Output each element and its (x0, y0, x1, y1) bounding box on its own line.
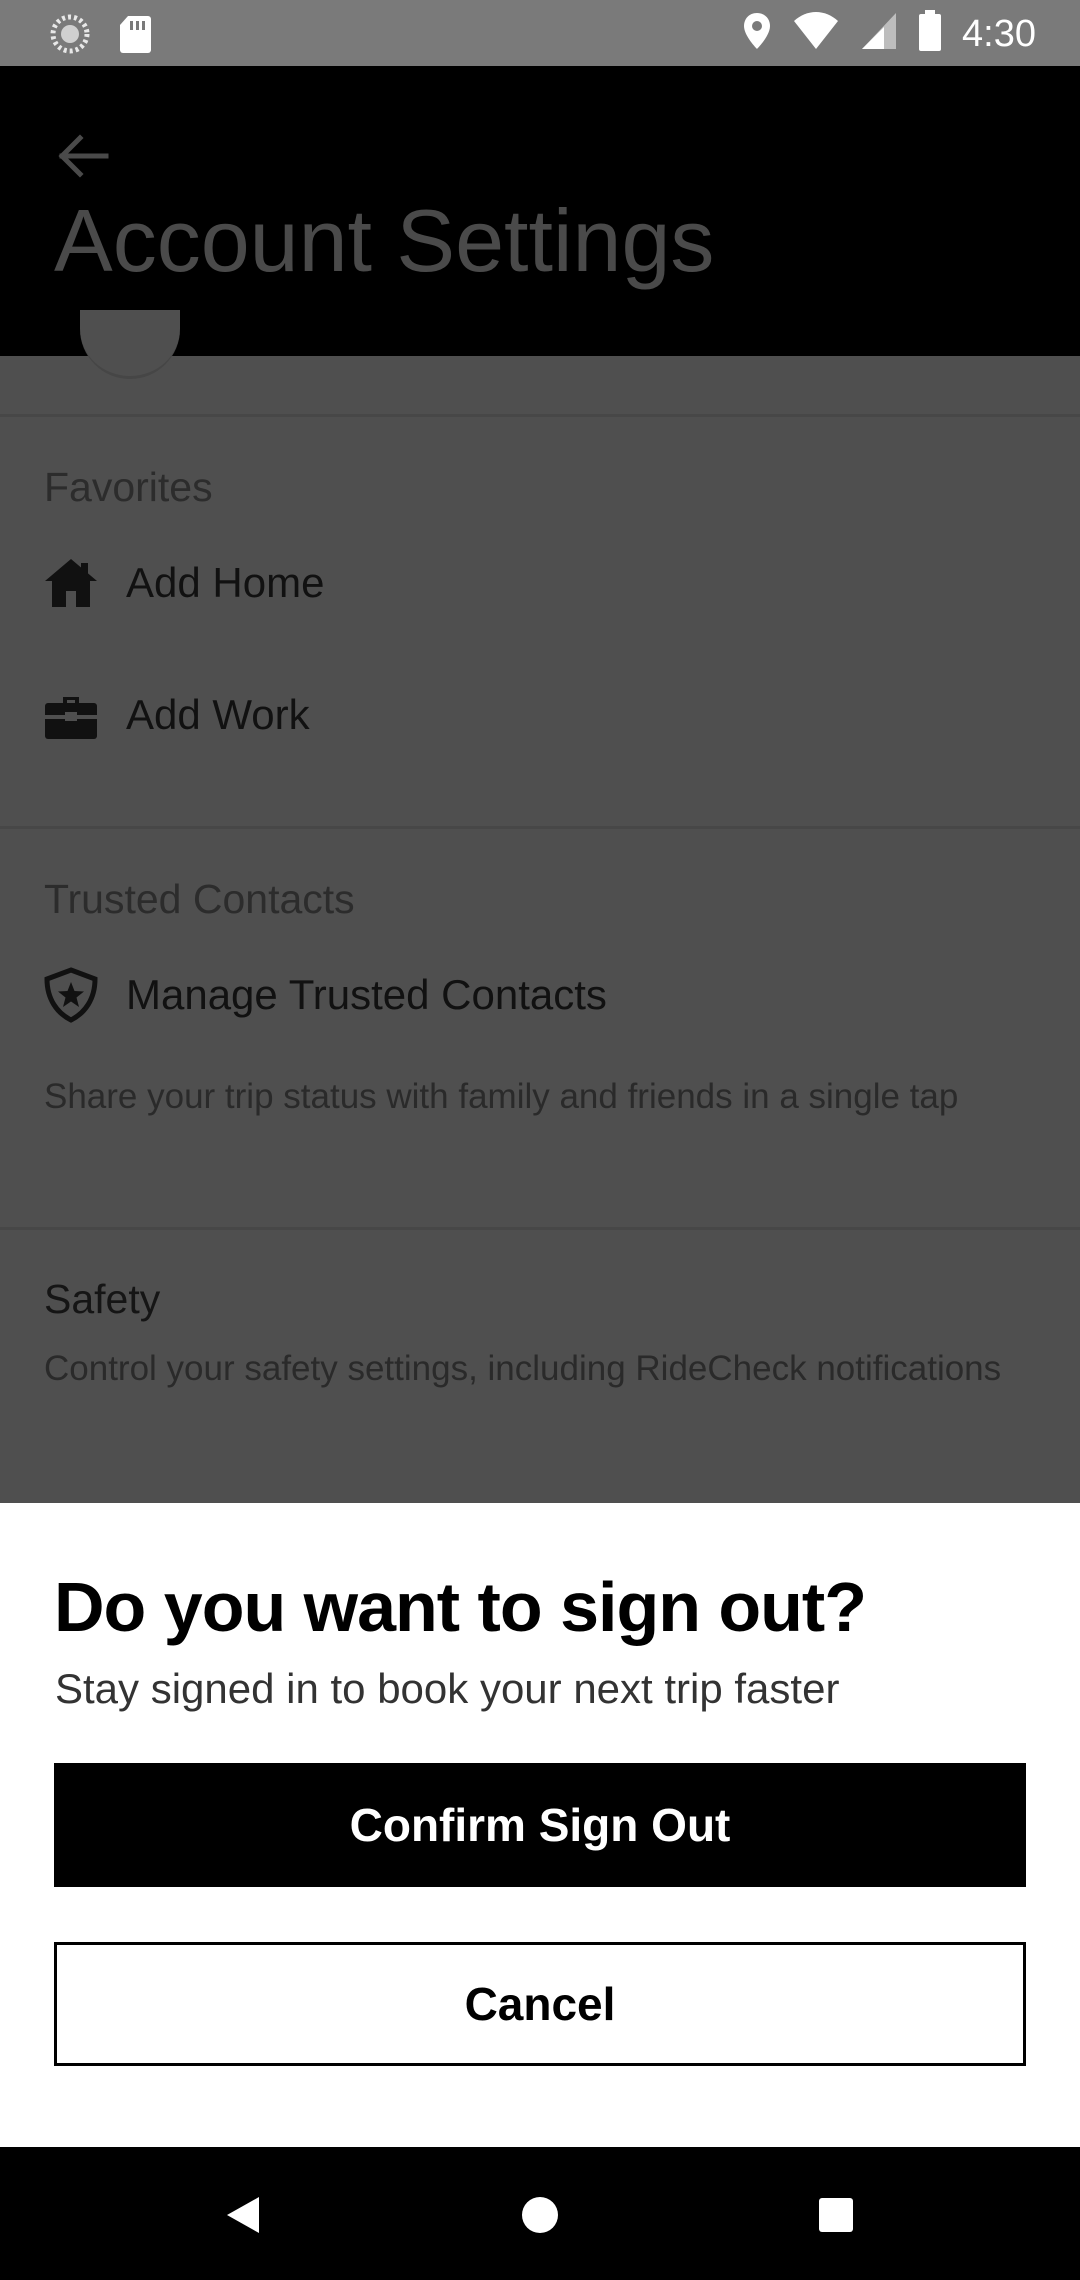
manage-trusted-contacts-row[interactable]: Manage Trusted Contacts (42, 960, 607, 1030)
wifi-icon (792, 11, 840, 56)
safety-title[interactable]: Safety (44, 1276, 160, 1323)
status-right: 4:30 (742, 10, 1036, 57)
settings-content: Favorites Add Home Add Work Trusted Cont… (0, 310, 1080, 1503)
avatar (80, 310, 180, 379)
back-arrow-icon[interactable] (52, 126, 112, 186)
shield-star-icon (42, 966, 100, 1024)
back-triangle-icon[interactable] (215, 2187, 271, 2243)
safety-description: Control your safety settings, including … (44, 1349, 1002, 1388)
screen: 4:30 Account Settings Favorites Add Home (0, 0, 1080, 2280)
trusted-contacts-description: Share your trip status with family and f… (44, 1077, 959, 1116)
divider (0, 414, 1080, 417)
system-nav-bar (0, 2147, 1080, 2280)
signal-icon (860, 11, 898, 56)
loading-icon (50, 14, 90, 59)
cancel-button[interactable]: Cancel (54, 1942, 1026, 2066)
favorites-section-title: Favorites (44, 464, 213, 510)
add-home-label: Add Home (126, 559, 325, 606)
page-title: Account Settings (54, 191, 715, 290)
home-circle-icon[interactable] (512, 2187, 568, 2243)
battery-icon (918, 10, 942, 57)
sd-card-icon (118, 14, 152, 59)
add-work-label: Add Work (126, 691, 310, 738)
manage-trusted-contacts-label: Manage Trusted Contacts (126, 971, 607, 1018)
divider (0, 1227, 1080, 1230)
briefcase-icon (42, 686, 100, 744)
confirm-sign-out-button[interactable]: Confirm Sign Out (54, 1763, 1026, 1887)
location-icon (742, 11, 772, 56)
add-home-row[interactable]: Add Home (42, 548, 324, 618)
add-work-row[interactable]: Add Work (42, 680, 310, 750)
dialog-title: Do you want to sign out? (54, 1568, 867, 1646)
sign-out-dialog: Do you want to sign out? Stay signed in … (0, 1503, 1080, 2147)
status-left (50, 14, 152, 59)
recents-square-icon[interactable] (808, 2187, 864, 2243)
trusted-contacts-section-title: Trusted Contacts (44, 876, 355, 922)
divider (0, 826, 1080, 829)
home-icon (42, 554, 100, 612)
dialog-subtitle: Stay signed in to book your next trip fa… (55, 1665, 840, 1712)
status-time: 4:30 (962, 12, 1036, 55)
status-bar: 4:30 (0, 0, 1080, 66)
